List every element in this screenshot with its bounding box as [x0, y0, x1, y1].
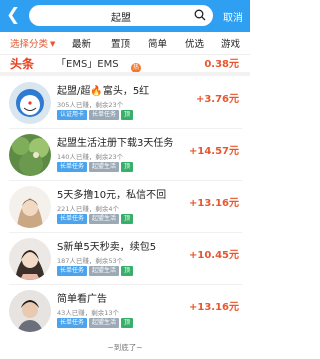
tag-badge: 长单任务 — [57, 214, 88, 224]
task-card[interactable]: 5天多撸10元，私信不回 221人已赚，剩余4个 长单任务 起盟生活顶 +13.1… — [0, 183, 250, 234]
pin-badge: 顶 — [121, 318, 134, 328]
end-of-list: ~到底了~ — [107, 343, 143, 352]
task-meta: 221人已赚，剩余4个 — [57, 205, 120, 213]
tag-badge: 起盟生活 — [89, 266, 120, 276]
tag-badge: 起盟生活 — [89, 214, 120, 224]
pin-badge: 顶 — [121, 162, 134, 172]
tag-badge: 长单任务 — [57, 318, 88, 328]
task-card[interactable]: 简单看广告 43人已赚，剩余13个 长单任务 起盟生活顶 +13.16元 — [0, 287, 250, 338]
headline-row[interactable]: 头条 「EMS」EMS 0.38元 — [0, 55, 250, 71]
task-reward: +3.76元 — [195, 94, 239, 105]
task-title: 5天多撸10元，私信不回 — [57, 190, 167, 201]
task-meta: 140人已赚，剩余23个 — [57, 153, 124, 161]
tag-badge: 起盟生活 — [89, 318, 120, 328]
caret-down-icon: ▼ — [50, 40, 56, 48]
task-card[interactable]: 起盟/超🔥富头，5红 305人已赚，剩余23个 认证用卡 长单任务顶 +3.76元 — [0, 79, 250, 130]
headline-price: 0.38元 — [204, 59, 239, 70]
task-reward: +13.16元 — [188, 302, 239, 313]
divider — [9, 128, 242, 129]
avatar — [9, 290, 51, 332]
task-meta: 305人已赚，剩余23个 — [57, 101, 124, 109]
task-tags: 认证用卡 长单任务顶 — [57, 110, 135, 120]
task-card[interactable]: 起盟生活注册下载3天任务 140人已赚，剩余23个 长单任务 起盟生活顶 +14.… — [0, 131, 250, 182]
divider — [9, 284, 242, 285]
search-icon[interactable] — [194, 9, 206, 21]
pin-badge: 顶 — [121, 214, 134, 224]
tab-latest[interactable]: 最新 — [72, 36, 91, 50]
chevron-left-icon[interactable]: ❮ — [6, 6, 20, 24]
headline-label: 头条 — [10, 57, 35, 71]
task-title: 起盟生活注册下载3天任务 — [57, 138, 174, 149]
task-title: 起盟/超🔥富头，5红 — [57, 86, 150, 97]
section-separator — [0, 72, 250, 76]
tab-category[interactable]: 选择分类 ▼ — [10, 36, 55, 50]
pin-badge: 顶 — [121, 266, 134, 276]
avatar — [9, 134, 51, 176]
filter-tabs: 选择分类 ▼ 最新 置顶 热 简单 优选 游戏 — [0, 32, 250, 73]
search-query: 起盟 — [111, 13, 131, 24]
tag-badge: 起盟生活 — [89, 162, 120, 172]
tag-badge: 长单任务 — [57, 266, 88, 276]
pin-badge: 顶 — [121, 110, 134, 120]
tab-premium[interactable]: 优选 — [185, 36, 204, 50]
task-reward: +13.16元 — [188, 198, 239, 209]
divider — [9, 180, 242, 181]
tag-badge: 认证用卡 — [57, 110, 88, 120]
task-meta: 187人已赚，剩余53个 — [57, 257, 124, 265]
task-meta: 43人已赚，剩余13个 — [57, 309, 120, 317]
task-reward: +14.57元 — [188, 146, 239, 157]
tab-pinned[interactable]: 置顶 — [111, 36, 130, 50]
divider — [9, 232, 242, 233]
task-tags: 长单任务 起盟生活顶 — [57, 318, 135, 328]
headline-text: 「EMS」EMS — [56, 59, 119, 70]
task-title: 简单看广告 — [57, 294, 107, 305]
avatar — [9, 82, 51, 124]
top-bar: ❮ 起盟 取消 — [0, 0, 250, 32]
task-title: S新单5天秒卖，续包5 — [57, 242, 157, 253]
task-card[interactable]: S新单5天秒卖，续包5 187人已赚，剩余53个 长单任务 起盟生活顶 +10.4… — [0, 235, 250, 286]
task-reward: +10.45元 — [188, 250, 239, 261]
task-tags: 长单任务 起盟生活顶 — [57, 162, 135, 172]
tag-badge: 长单任务 — [57, 162, 88, 172]
tag-badge: 长单任务 — [89, 110, 120, 120]
tab-label: 选择分类 — [10, 39, 49, 50]
avatar — [9, 186, 51, 228]
avatar — [9, 238, 51, 280]
task-tags: 长单任务 起盟生活顶 — [57, 214, 135, 224]
tab-simple[interactable]: 简单 — [148, 36, 167, 50]
task-tags: 长单任务 起盟生活顶 — [57, 266, 135, 276]
tab-games[interactable]: 游戏 — [221, 36, 240, 50]
search-input[interactable]: 起盟 — [29, 5, 213, 26]
cancel-button[interactable]: 取消 — [223, 9, 243, 24]
